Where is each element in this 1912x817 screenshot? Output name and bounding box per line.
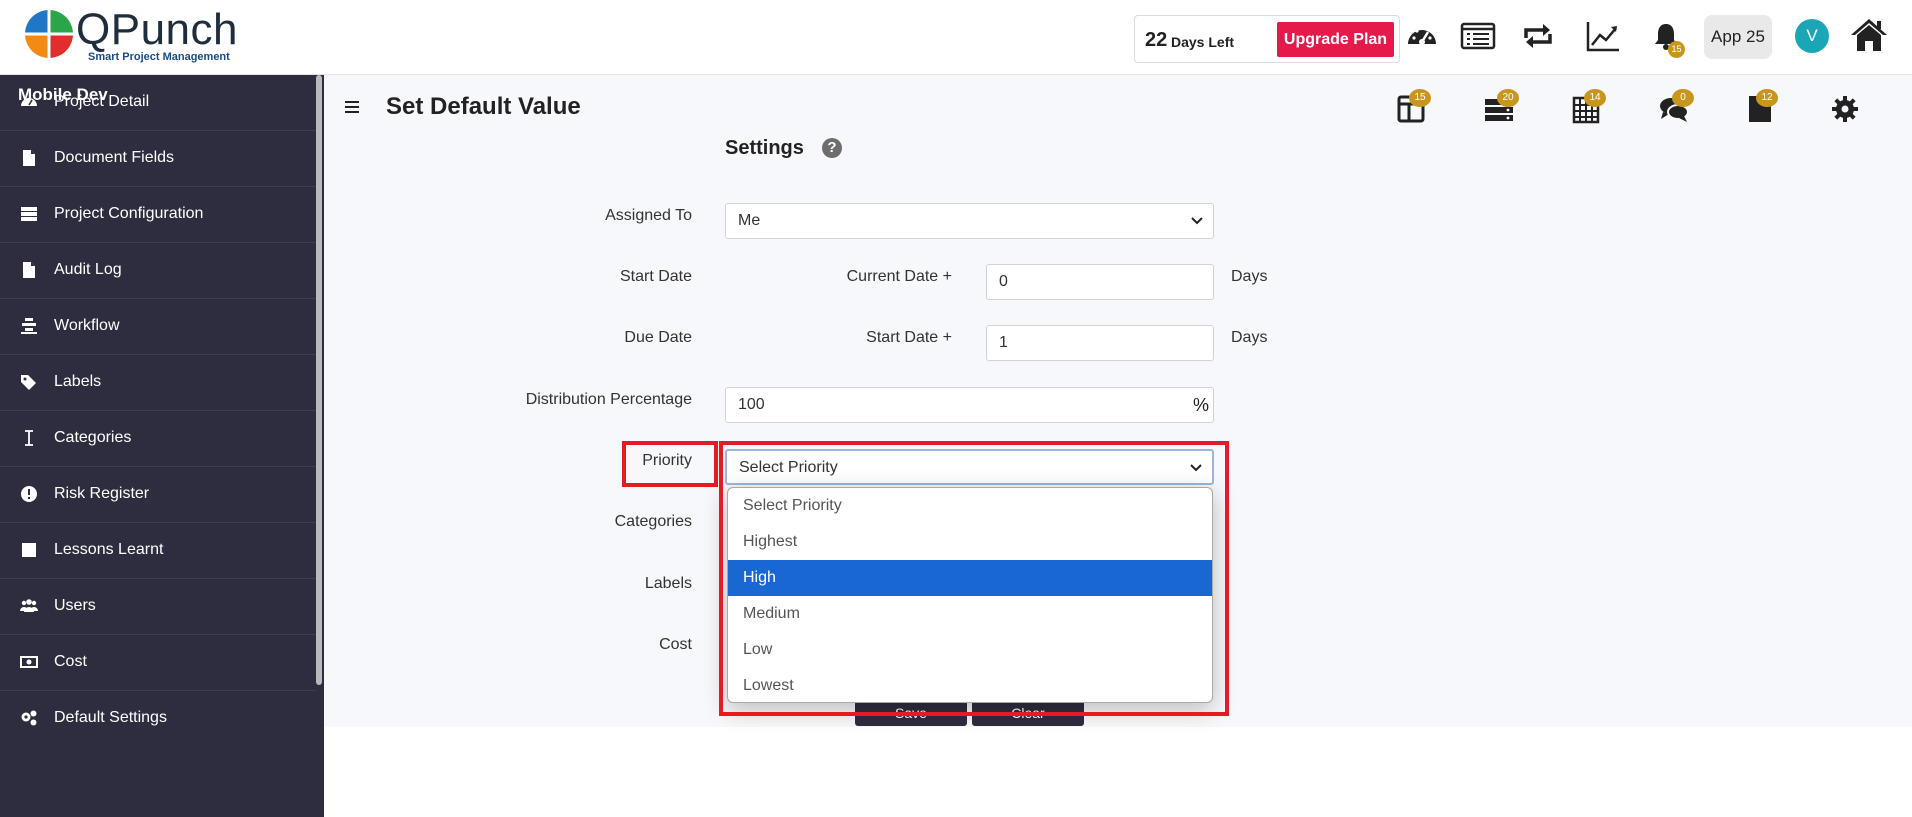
sidebar-item-users[interactable]: Users bbox=[0, 579, 316, 635]
help-icon[interactable]: ? bbox=[822, 138, 842, 158]
square-icon bbox=[20, 541, 38, 559]
sidebar-item-default-settings[interactable]: Default Settings bbox=[0, 691, 316, 747]
home-icon[interactable] bbox=[1849, 15, 1889, 55]
cogs-icon bbox=[20, 709, 38, 727]
sidebar-item-categories[interactable]: Categories bbox=[0, 411, 316, 467]
sidebar-item-label: Audit Log bbox=[54, 261, 122, 278]
sidebar-item-label: Default Settings bbox=[54, 709, 167, 726]
document-icon bbox=[20, 149, 38, 167]
assigned-to-value: Me bbox=[738, 212, 761, 229]
start-date-offset-value: 0 bbox=[999, 273, 1008, 290]
assigned-to-label: Assigned To bbox=[605, 207, 692, 224]
dashboard-icon[interactable] bbox=[1404, 18, 1440, 54]
sidebar-scrollbar[interactable] bbox=[316, 75, 322, 685]
gear-icon[interactable] bbox=[1830, 94, 1860, 124]
sidebar-item-label: Cost bbox=[54, 653, 87, 670]
chart-icon[interactable] bbox=[1585, 18, 1621, 54]
users-icon bbox=[20, 597, 38, 615]
due-date-prefix: Start Date + bbox=[866, 329, 952, 346]
sidebar-item-label: Project Configuration bbox=[54, 205, 204, 222]
cost-label: Cost bbox=[659, 636, 692, 653]
settings-heading: Settings bbox=[725, 137, 804, 159]
money-icon bbox=[20, 653, 38, 671]
sidebar-item-cost[interactable]: Cost bbox=[0, 635, 316, 691]
due-date-offset-input[interactable]: 1 bbox=[986, 325, 1214, 361]
sync-icon[interactable] bbox=[1520, 18, 1556, 54]
due-date-label: Due Date bbox=[624, 329, 692, 346]
start-date-label: Start Date bbox=[619, 268, 692, 285]
distribution-percentage-label: Distribution Percentage bbox=[525, 391, 692, 408]
sidebar-item-label: Workflow bbox=[54, 317, 120, 334]
sidebar-item-label: Categories bbox=[54, 429, 132, 446]
sidebar-item-workflow[interactable]: Workflow bbox=[0, 299, 316, 355]
dashboard-icon bbox=[20, 93, 38, 111]
percent-unit: % bbox=[1192, 395, 1209, 415]
chevron-down-icon bbox=[1191, 217, 1203, 225]
toolbar-badge: 20 bbox=[1497, 89, 1519, 107]
sidebar-item-document-fields[interactable]: Document Fields bbox=[0, 131, 316, 187]
toolbar-badge: 0 bbox=[1672, 89, 1694, 107]
page-title: Set Default Value bbox=[386, 93, 581, 120]
user-avatar[interactable]: V bbox=[1795, 19, 1829, 53]
days-left-number: 22 bbox=[1145, 29, 1168, 51]
tags-icon bbox=[20, 373, 38, 391]
menu-toggle-icon[interactable] bbox=[345, 100, 361, 114]
app-switcher-button[interactable]: App 25 bbox=[1704, 15, 1772, 59]
cursor-icon bbox=[20, 429, 38, 447]
toolbar-badge: 15 bbox=[1409, 89, 1431, 107]
sidebar-item-lessons-learnt[interactable]: Lessons Learnt bbox=[0, 523, 316, 579]
main-bottom-area bbox=[324, 727, 1912, 817]
sidebar-item-project-detail[interactable]: Project Detail bbox=[0, 75, 316, 131]
document-icon bbox=[20, 261, 38, 279]
upgrade-plan-button[interactable]: Upgrade Plan bbox=[1277, 22, 1394, 57]
sidebar-item-label: Lessons Learnt bbox=[54, 541, 164, 558]
days-left-text: Days Left bbox=[1171, 34, 1235, 50]
categories-label: Categories bbox=[614, 513, 692, 530]
list-icon[interactable] bbox=[1460, 18, 1496, 54]
logo-tagline: Smart Project Management bbox=[88, 51, 230, 63]
sidebar-item-labels[interactable]: Labels bbox=[0, 355, 316, 411]
highlight-priority-label bbox=[622, 441, 718, 487]
sidebar: Mobile Dev Project Detail Document Field… bbox=[0, 75, 324, 817]
config-icon bbox=[20, 205, 38, 223]
assigned-to-select[interactable]: Me bbox=[725, 203, 1214, 239]
logo-name: QPunch bbox=[76, 5, 238, 54]
sidebar-item-project-configuration[interactable]: Project Configuration bbox=[0, 187, 316, 243]
sidebar-item-audit-log[interactable]: Audit Log bbox=[0, 243, 316, 299]
start-date-unit: Days bbox=[1231, 268, 1268, 285]
exclamation-icon bbox=[20, 485, 38, 503]
sidebar-item-label: Users bbox=[54, 597, 96, 614]
labels-label: Labels bbox=[644, 575, 692, 592]
distribution-percentage-value: 100 bbox=[738, 396, 765, 413]
start-date-prefix: Current Date + bbox=[846, 268, 952, 285]
notification-badge: 15 bbox=[1668, 41, 1685, 58]
sidebar-item-label: Labels bbox=[54, 373, 102, 390]
highlight-priority-dropdown bbox=[719, 441, 1229, 716]
start-date-offset-input[interactable]: 0 bbox=[986, 264, 1214, 300]
sidebar-item-risk-register[interactable]: Risk Register bbox=[0, 467, 316, 523]
toolbar-badge: 14 bbox=[1584, 89, 1606, 107]
toolbar-badge: 12 bbox=[1756, 89, 1778, 107]
due-date-offset-value: 1 bbox=[999, 334, 1008, 351]
sidebar-item-label: Document Fields bbox=[54, 149, 175, 166]
top-header: QPunch Smart Project Management 22 Days … bbox=[0, 0, 1912, 75]
trial-status: 22 Days Left Upgrade Plan bbox=[1134, 15, 1400, 63]
distribution-percentage-input[interactable]: 100 % bbox=[725, 387, 1214, 423]
sidebar-item-label: Risk Register bbox=[54, 485, 150, 502]
due-date-unit: Days bbox=[1231, 329, 1268, 346]
qpunch-logo-icon bbox=[22, 8, 76, 60]
workflow-icon bbox=[20, 317, 38, 335]
sidebar-item-label: Project Detail bbox=[54, 93, 150, 110]
